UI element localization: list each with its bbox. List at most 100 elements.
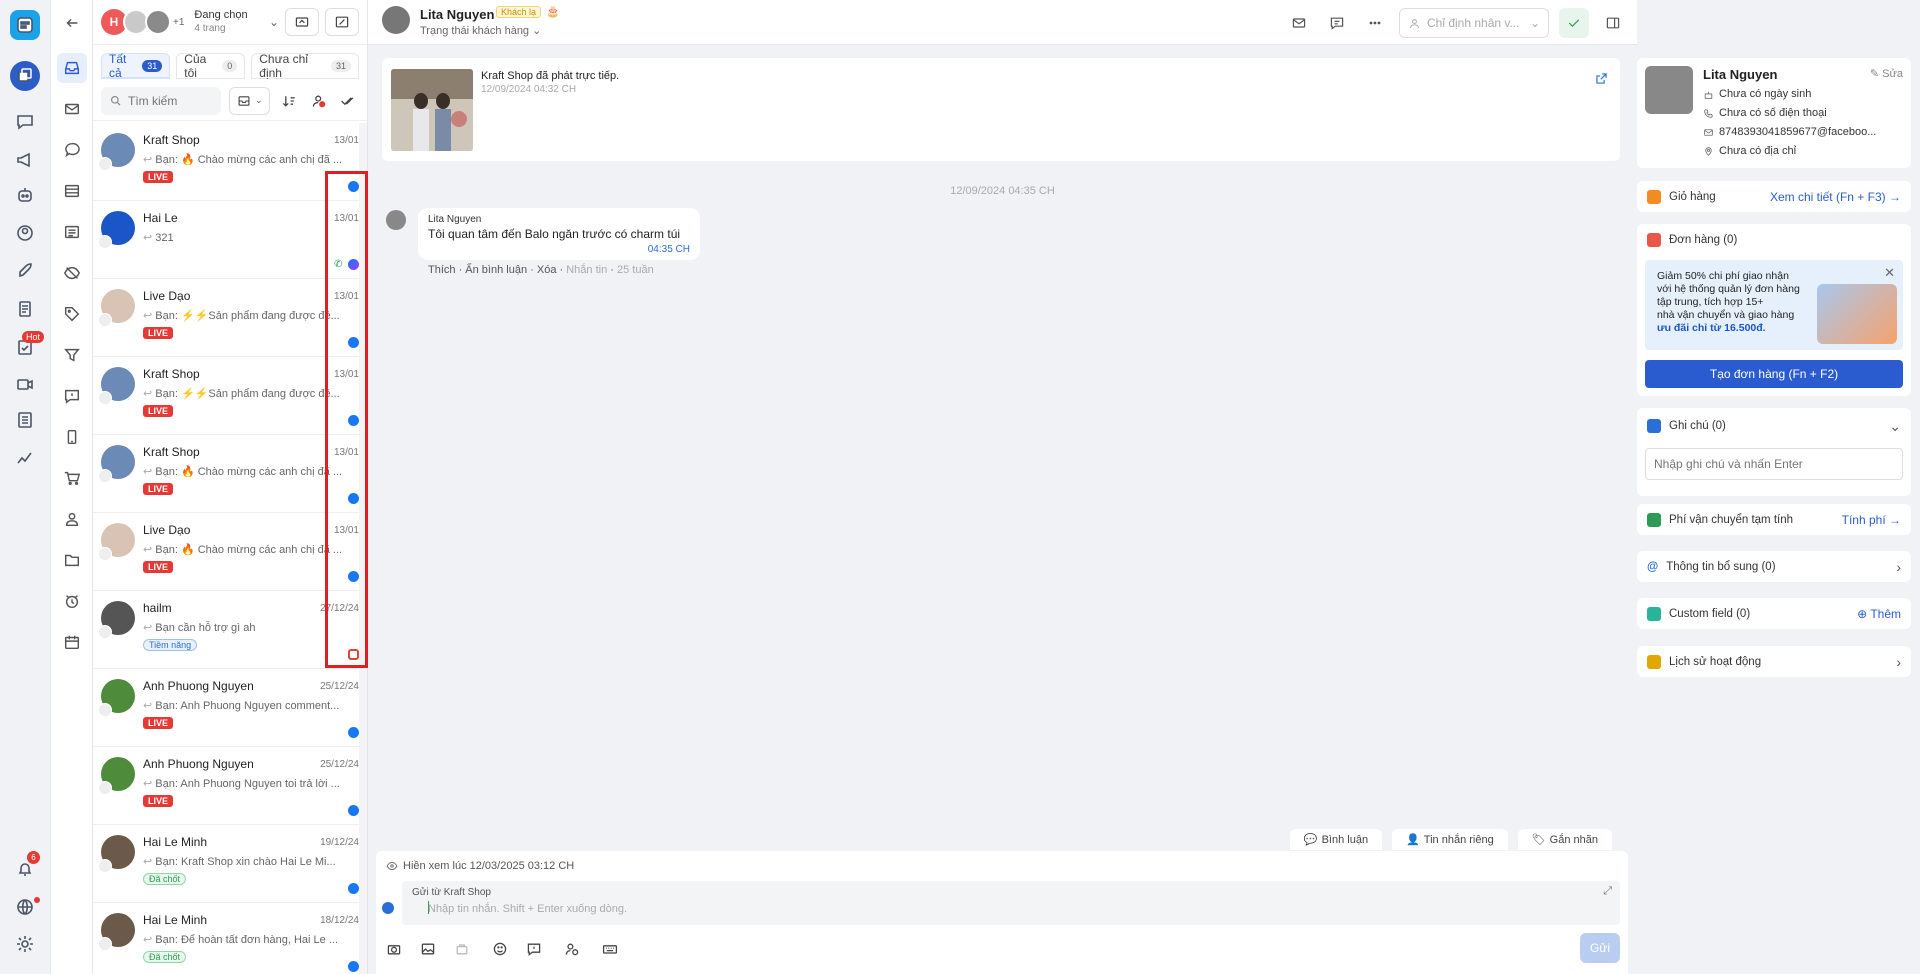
- chevron-down-icon[interactable]: ⌄: [269, 15, 279, 29]
- customer-avatar[interactable]: [382, 6, 410, 34]
- emoji-icon[interactable]: [488, 937, 512, 961]
- edit-profile-button[interactable]: ✎ Sửa: [1870, 67, 1903, 80]
- compose-button[interactable]: [325, 8, 359, 36]
- chat-icon[interactable]: [11, 108, 39, 136]
- globe-alert-dot: [34, 897, 40, 903]
- user-circle-icon[interactable]: [11, 219, 39, 247]
- list-icon[interactable]: [61, 221, 83, 243]
- live-post-card[interactable]: Kraft Shop đã phát trực tiếp. 12/09/2024…: [382, 58, 1620, 161]
- document-icon[interactable]: [11, 295, 39, 323]
- tab-private-message[interactable]: 👤 Tin nhắn riêng: [1392, 829, 1508, 850]
- assign-bot-icon[interactable]: [560, 937, 584, 961]
- image-icon[interactable]: [416, 937, 440, 961]
- person-icon[interactable]: [61, 508, 83, 530]
- message-bubble[interactable]: Lita Nguyen Tôi quan tâm đến Balo ngăn t…: [418, 208, 700, 260]
- tab-mine[interactable]: Của tôi 0: [176, 52, 246, 80]
- send-from-label[interactable]: Gửi từ Kraft Shop: [412, 887, 491, 898]
- page-badge-icon: [98, 781, 112, 795]
- megaphone-icon[interactable]: [11, 146, 39, 174]
- conversation-item[interactable]: Anh Phuong Nguyen 25/12/24 ↩ Bạn: Anh Phuo…: [93, 669, 367, 747]
- folder-icon[interactable]: [61, 549, 83, 571]
- feedback-icon[interactable]: [61, 385, 83, 407]
- message-input[interactable]: Gửi từ Kraft Shop Nhập tin nhắn. Shift +…: [402, 881, 1620, 925]
- eye-off-icon[interactable]: [61, 262, 83, 284]
- create-order-button[interactable]: Tạo đơn hàng (Fn + F2): [1645, 360, 1903, 388]
- send-button[interactable]: Gửi: [1580, 933, 1620, 963]
- keyboard-icon[interactable]: [598, 937, 622, 961]
- collapse-arrow-icon[interactable]: [61, 12, 83, 34]
- live-thumbnail[interactable]: [391, 69, 473, 151]
- mail-icon[interactable]: [61, 98, 83, 120]
- external-link-icon[interactable]: [1595, 72, 1608, 88]
- profile-avatar[interactable]: [1645, 66, 1693, 114]
- mark-all-read-icon[interactable]: [337, 89, 359, 113]
- conversation-item[interactable]: Hai Le Minh 19/12/24 ↩ Bạn: Kraft Shop xin…: [93, 825, 367, 903]
- like-link[interactable]: Thích: [428, 264, 456, 276]
- extra-info-card[interactable]: @ Thông tin bổ sung (0) ›: [1637, 551, 1911, 582]
- expand-icon[interactable]: ⤢: [1603, 885, 1612, 898]
- inbox-icon[interactable]: [57, 53, 87, 83]
- video-camera-icon[interactable]: [11, 370, 39, 398]
- eye-icon: [386, 861, 398, 871]
- hide-comment-link[interactable]: Ẩn bình luận: [465, 264, 527, 276]
- activity-history-card[interactable]: Lịch sử hoạt động ›: [1637, 646, 1911, 677]
- calculate-fee-button[interactable]: Tính phí →: [1842, 513, 1901, 527]
- sort-icon[interactable]: [278, 89, 300, 113]
- delete-link[interactable]: Xóa: [537, 264, 557, 276]
- tab-label: Bình luận: [1321, 833, 1369, 846]
- tab-all[interactable]: Tất cả 31: [101, 52, 171, 80]
- view-cart-button[interactable]: Xem chi tiết (Fn + F3) →: [1770, 190, 1901, 204]
- mark-done-button[interactable]: [1559, 8, 1589, 38]
- close-icon[interactable]: ✕: [1884, 266, 1895, 279]
- tab-label: Gắn nhãn: [1549, 833, 1598, 846]
- note-icon[interactable]: [1323, 9, 1351, 37]
- app-logo-icon[interactable]: [10, 10, 40, 40]
- tag-icon[interactable]: [61, 303, 83, 325]
- filter-icon[interactable]: [61, 344, 83, 366]
- layers-icon[interactable]: [61, 180, 83, 202]
- add-custom-field-button[interactable]: ⊕ Thêm: [1857, 607, 1901, 621]
- calendar-icon[interactable]: [61, 631, 83, 653]
- chevron-down-icon[interactable]: ⌄: [1889, 418, 1901, 435]
- tab-count: 31: [330, 60, 351, 72]
- mobile-icon[interactable]: [61, 426, 83, 448]
- reply-link[interactable]: Nhắn tin: [566, 264, 607, 276]
- analytics-icon[interactable]: [11, 443, 39, 471]
- page-badge-icon: [98, 703, 112, 717]
- conversation-item[interactable]: Anh Phuong Nguyen 25/12/24 ↩ Bạn: Anh Phuo…: [93, 747, 367, 825]
- toggle-sidebar-icon[interactable]: [1599, 9, 1627, 37]
- customer-name[interactable]: Lita Nguyen: [420, 7, 494, 22]
- rocket-icon[interactable]: [11, 257, 39, 285]
- search-input[interactable]: [128, 93, 208, 108]
- inbox-filter-dropdown[interactable]: ⌄: [229, 86, 271, 115]
- camera-icon[interactable]: [382, 937, 406, 961]
- assignee-filter-icon[interactable]: [308, 89, 330, 113]
- checklist-icon[interactable]: [11, 406, 39, 434]
- tab-unassigned[interactable]: Chưa chỉ định 31: [251, 52, 359, 80]
- channel-switch-icon[interactable]: [382, 902, 394, 914]
- shipping-promo-banner[interactable]: ✕ Giảm 50% chi phí giao nhận với hệ thốn…: [1645, 260, 1903, 350]
- tab-comment[interactable]: 💬 Bình luận: [1289, 829, 1383, 850]
- bot-icon[interactable]: [11, 181, 39, 209]
- tab-label-tag[interactable]: 🏷 Gắn nhãn: [1517, 829, 1612, 850]
- more-icon[interactable]: [1361, 9, 1389, 37]
- page-selector[interactable]: H +1 Đang chọn 4 trang ⌄: [93, 0, 367, 45]
- profile-name: Lita Nguyen: [1703, 67, 1778, 82]
- cart-label: Giỏ hàng: [1669, 190, 1716, 203]
- last-message-text: Bạn: 🔥 Chào mừng các anh chị đã ...: [155, 466, 343, 478]
- workspace-icon[interactable]: [10, 61, 40, 91]
- product-icon[interactable]: [450, 937, 474, 961]
- assign-staff-dropdown[interactable]: Chỉ định nhân v... ⌄: [1399, 8, 1549, 38]
- page-avatar: [145, 9, 171, 35]
- screen-cast-button[interactable]: [285, 8, 319, 36]
- cart-icon[interactable]: [61, 467, 83, 489]
- conversation-tag: LIVE: [143, 795, 174, 807]
- customer-status-dropdown[interactable]: Trạng thái khách hàng ⌄: [420, 24, 541, 37]
- mark-unread-icon[interactable]: [1285, 9, 1313, 37]
- alarm-icon[interactable]: [61, 590, 83, 612]
- note-input[interactable]: [1645, 448, 1903, 480]
- conversation-item[interactable]: Hai Le Minh 18/12/24 ↩ Bạn: Để hoàn tất đơ…: [93, 903, 367, 974]
- settings-gear-icon[interactable]: [11, 930, 39, 958]
- comment-icon[interactable]: [61, 139, 83, 161]
- quick-reply-icon[interactable]: [522, 937, 546, 961]
